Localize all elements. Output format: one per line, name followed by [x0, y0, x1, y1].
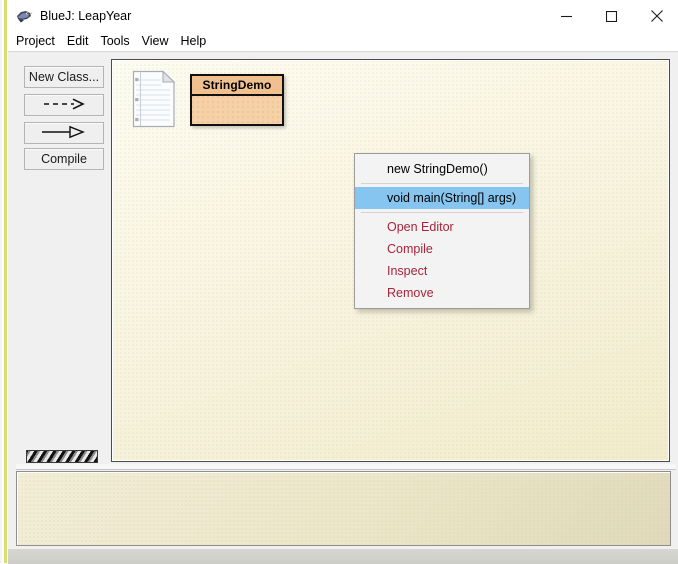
bluej-main-window: BlueJ: LeapYear Project Edit Tools View …: [0, 0, 678, 563]
maximize-icon[interactable]: [588, 0, 634, 32]
context-menu-separator: [361, 212, 523, 213]
object-bench[interactable]: [16, 471, 671, 546]
class-box-stringdemo[interactable]: StringDemo: [190, 74, 284, 126]
context-menu-item-main-method[interactable]: void main(String[] args): [355, 187, 529, 209]
class-box-title: StringDemo: [192, 76, 282, 96]
context-menu-item-inspect[interactable]: Inspect: [355, 260, 529, 282]
main-content: New Class... Compile: [8, 51, 678, 563]
background-window-edge-light: [0, 0, 2, 563]
context-menu-item-compile[interactable]: Compile: [355, 238, 529, 260]
context-menu-item-open-editor[interactable]: Open Editor: [355, 216, 529, 238]
close-icon[interactable]: [634, 0, 678, 32]
context-menu-item-remove[interactable]: Remove: [355, 282, 529, 304]
inheritance-arrow-icon: [39, 125, 89, 142]
bluej-bird-icon: [15, 7, 33, 25]
compile-label: Compile: [41, 152, 87, 166]
compile-button[interactable]: Compile: [24, 148, 104, 170]
status-bar: [8, 549, 678, 564]
bench-divider: [16, 464, 676, 470]
menu-item-view[interactable]: View: [136, 32, 175, 50]
dashed-arrow-icon: [41, 98, 87, 113]
menu-item-project[interactable]: Project: [10, 32, 61, 50]
window-title: BlueJ: LeapYear: [40, 7, 131, 25]
background-window-edge: [0, 0, 8, 563]
title-bar: BlueJ: LeapYear: [8, 0, 678, 32]
minimize-icon[interactable]: [543, 0, 589, 32]
class-context-menu[interactable]: new StringDemo() void main(String[] args…: [354, 153, 530, 309]
extends-arrow-button[interactable]: [24, 122, 104, 144]
menu-bar: Project Edit Tools View Help: [8, 31, 678, 51]
context-menu-separator: [361, 183, 523, 184]
background-window-edge-accent: [4, 0, 7, 563]
readme-note-icon[interactable]: [132, 70, 176, 128]
context-menu-item-constructor[interactable]: new StringDemo(): [355, 158, 529, 180]
class-diagram-canvas[interactable]: StringDemo new StringDemo() void main(St…: [111, 59, 670, 462]
bench-drag-handle-icon[interactable]: [26, 450, 98, 463]
menu-item-edit[interactable]: Edit: [61, 32, 95, 50]
new-class-button[interactable]: New Class...: [24, 66, 104, 88]
menu-item-tools[interactable]: Tools: [94, 32, 135, 50]
new-class-label: New Class...: [29, 70, 99, 84]
menu-item-help[interactable]: Help: [175, 32, 213, 50]
uses-arrow-button[interactable]: [24, 94, 104, 116]
